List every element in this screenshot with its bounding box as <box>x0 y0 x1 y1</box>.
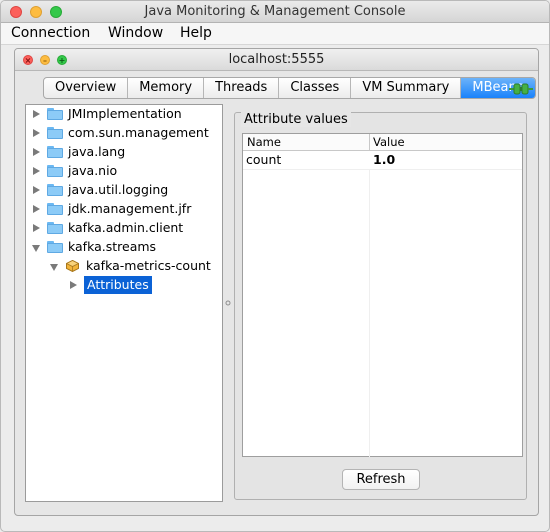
folder-icon <box>47 222 63 234</box>
open-folder-icon <box>47 241 63 253</box>
expand-arrow-icon[interactable] <box>70 281 77 289</box>
expand-arrow-icon[interactable] <box>33 167 40 175</box>
main-window: Java Monitoring & Management Console Con… <box>0 0 550 532</box>
tree-node-label: kafka-metrics-count <box>86 258 211 273</box>
expand-arrow-icon[interactable] <box>33 205 40 213</box>
mbean-tree[interactable]: JMImplementation com.sun.management java… <box>25 104 223 502</box>
folder-icon <box>47 146 63 158</box>
attribute-name-cell: count <box>246 152 282 167</box>
title-bar: Java Monitoring & Management Console <box>1 1 549 23</box>
expand-arrow-icon[interactable] <box>33 224 40 232</box>
column-header-value[interactable]: Value <box>373 135 405 149</box>
folder-icon <box>47 108 63 120</box>
folder-icon <box>47 184 63 196</box>
expand-arrow-icon[interactable] <box>33 110 40 118</box>
tree-node-label: kafka.streams <box>68 239 157 254</box>
menu-connection[interactable]: Connection <box>11 25 90 41</box>
tree-node[interactable]: Attributes <box>26 276 222 294</box>
tree-node-label: JMImplementation <box>68 106 182 121</box>
tree-node[interactable]: kafka.streams <box>26 238 222 256</box>
tree-node-label: java.util.logging <box>68 182 169 197</box>
menu-bar: Connection Window Help <box>1 23 549 45</box>
table-row[interactable]: count 1.0 <box>243 151 522 169</box>
connection-frame-title-bar: × – + localhost:5555 <box>15 49 538 71</box>
tree-node-label: kafka.admin.client <box>68 220 184 235</box>
tree-node[interactable]: java.util.logging <box>26 181 222 199</box>
tab-memory[interactable]: Memory <box>128 78 205 98</box>
connection-plug-icon[interactable] <box>509 83 533 95</box>
attribute-table[interactable]: Name Value count 1.0 <box>242 133 523 457</box>
tree-node[interactable]: java.lang <box>26 143 222 161</box>
column-divider <box>369 134 370 151</box>
folder-icon <box>47 203 63 215</box>
menu-window[interactable]: Window <box>108 25 163 41</box>
expand-arrow-icon[interactable] <box>33 186 40 194</box>
attribute-values-title: Attribute values <box>241 112 351 127</box>
tab-overview[interactable]: Overview <box>44 78 129 98</box>
connection-frame-title: localhost:5555 <box>228 52 325 67</box>
attribute-panel: Name Value count 1.0 Refresh Attribute v… <box>234 105 528 501</box>
attribute-value-cell[interactable]: 1.0 <box>373 151 395 169</box>
tree-node-label: java.nio <box>68 163 118 178</box>
tab-threads[interactable]: Threads <box>204 78 280 98</box>
connection-frame: × – + localhost:5555 Overview Memory Thr… <box>14 48 539 516</box>
tree-node[interactable]: java.nio <box>26 162 222 180</box>
expand-arrow-icon[interactable] <box>33 129 40 137</box>
expand-arrow-icon[interactable] <box>33 148 40 156</box>
tree-node-label: java.lang <box>68 144 126 159</box>
tree-node[interactable]: com.sun.management <box>26 124 222 142</box>
attribute-values-group: Name Value count 1.0 Refresh Attribute v… <box>234 112 527 500</box>
tab-classes[interactable]: Classes <box>279 78 352 98</box>
menu-help[interactable]: Help <box>180 25 212 41</box>
refresh-button[interactable]: Refresh <box>342 469 420 490</box>
collapse-arrow-icon[interactable] <box>32 245 40 252</box>
tree-node[interactable]: JMImplementation <box>26 105 222 123</box>
folder-icon <box>47 165 63 177</box>
tree-node[interactable]: jdk.management.jfr <box>26 200 222 218</box>
mbean-icon <box>66 260 79 272</box>
folder-icon <box>47 127 63 139</box>
tree-node-label-selected[interactable]: Attributes <box>84 276 152 294</box>
grid-line <box>243 169 522 170</box>
window-title: Java Monitoring & Management Console <box>144 4 406 19</box>
column-header-name[interactable]: Name <box>247 135 281 149</box>
tree-node[interactable]: kafka.admin.client <box>26 219 222 237</box>
tree-node[interactable]: kafka-metrics-count <box>26 257 222 275</box>
collapse-arrow-icon[interactable] <box>50 264 58 271</box>
tab-bar: Overview Memory Threads Classes VM Summa… <box>43 77 536 99</box>
grid-line <box>369 169 370 457</box>
tree-node-label: jdk.management.jfr <box>68 201 192 216</box>
split-pane-divider-icon[interactable] <box>225 299 231 307</box>
table-header: Name Value <box>243 134 522 151</box>
tab-vm-summary[interactable]: VM Summary <box>351 78 462 98</box>
tree-node-label: com.sun.management <box>68 125 209 140</box>
